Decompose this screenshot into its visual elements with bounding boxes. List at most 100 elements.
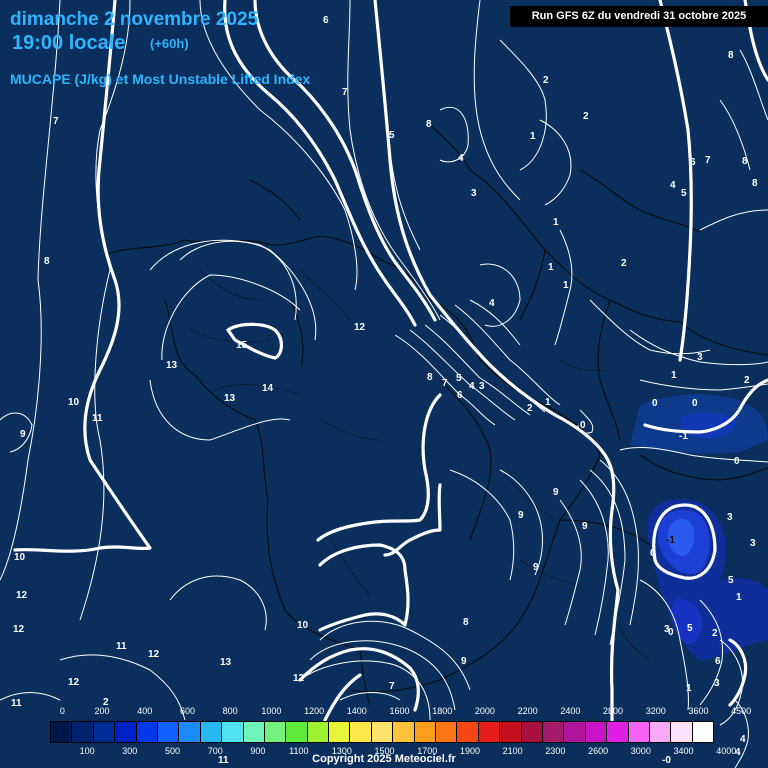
contour-label: 11 <box>11 698 22 709</box>
contour-label: 1 <box>530 131 536 142</box>
legend-swatch <box>243 722 265 742</box>
contour-label: 9 <box>582 521 588 532</box>
legend-swatch <box>414 722 437 742</box>
legend-swatch <box>307 722 330 742</box>
legend-tick-label: 600 <box>179 706 195 716</box>
contour-label: 13 <box>224 393 236 404</box>
contour-label: 12 <box>293 673 305 684</box>
legend-swatch <box>222 722 244 742</box>
legend-swatch <box>115 722 137 742</box>
legend-tick-label: 2800 <box>603 706 624 716</box>
legend-tick-label: 1800 <box>432 706 453 716</box>
contour-label: 4 <box>489 298 495 309</box>
contour-label: 3 <box>750 538 756 549</box>
contour-label: 12 <box>16 590 28 601</box>
contour-label: 5 <box>728 575 734 586</box>
forecast-lead-time: (+60h) <box>150 36 189 51</box>
legend-tick-label: 1200 <box>304 706 325 716</box>
contour-label: 4 <box>469 381 475 392</box>
contour-label: 7 <box>705 155 711 166</box>
contour-label: 10 <box>297 620 309 631</box>
contour-label: 6 <box>323 15 329 26</box>
contour-label: 12 <box>68 677 80 688</box>
contour-label: 5 <box>389 130 395 141</box>
contour-label: 4 <box>670 180 676 191</box>
contour-label: 9 <box>20 429 26 440</box>
legend-swatch <box>371 722 394 742</box>
contour-label: 3 <box>471 188 477 199</box>
legend-swatch <box>329 722 351 742</box>
contour-label: 6 <box>715 656 721 667</box>
legend-swatch <box>93 722 116 742</box>
contour-label: 5 <box>681 188 687 199</box>
legend-swatch <box>521 722 543 742</box>
legend-swatch <box>585 722 608 742</box>
legend-swatch <box>564 722 586 742</box>
contour-label: 3 <box>727 512 733 523</box>
field-title: MUCAPE (J/kg) et Most Unstable Lifted In… <box>10 71 311 87</box>
contour-label: 9 <box>461 656 467 667</box>
legend-swatch <box>478 722 501 742</box>
contour-label: 12 <box>354 322 366 333</box>
contour-label: 1 <box>686 683 692 694</box>
legend-tick-label: 0 <box>59 706 65 716</box>
legend-tick-label: 1600 <box>389 706 410 716</box>
contour-label: 7 <box>53 116 59 127</box>
contour-label: 1 <box>563 280 569 291</box>
contour-label: 9 <box>533 562 539 573</box>
contour-label: 10 <box>14 552 26 563</box>
forecast-time: 19:00 locale <box>12 32 126 54</box>
legend-tick-label: 3200 <box>645 706 666 716</box>
legend-swatch <box>542 722 565 742</box>
legend-tick-label: 3600 <box>688 706 709 716</box>
contour-label: 2 <box>712 628 718 639</box>
forecast-date: dimanche 2 novembre 2025 <box>10 9 259 30</box>
legend-swatch <box>350 722 372 742</box>
legend-swatch <box>136 722 158 742</box>
legend-tick-label: 2200 <box>517 706 538 716</box>
run-banner: Run GFS 6Z du vendredi 31 octobre 2025 <box>510 6 768 27</box>
contour-label: 4 <box>458 153 464 164</box>
contour-label: 6 <box>457 390 463 401</box>
contour-label: 1 <box>736 592 742 603</box>
legend-tick-label: 400 <box>137 706 153 716</box>
contour-label: 11 <box>116 641 127 652</box>
lifted-index-contours-thick <box>13 0 768 742</box>
legend-swatch <box>607 722 629 742</box>
contour-label: 1 <box>553 217 559 228</box>
contour-label: 1 <box>548 262 554 273</box>
contour-label: 5 <box>687 623 693 634</box>
contour-label: 11 <box>92 413 103 424</box>
contour-label: 8 <box>463 617 469 628</box>
contour-label: 3 <box>479 381 485 392</box>
contour-label: 2 <box>744 375 750 386</box>
contour-label: 3 <box>664 624 670 635</box>
legend-swatch <box>628 722 650 742</box>
legend-swatch <box>436 722 458 742</box>
contour-label: 8 <box>752 178 758 189</box>
copyright-text: Copyright 2025 Meteociel.fr <box>312 753 456 765</box>
legend-swatch <box>286 722 308 742</box>
legend-swatch <box>692 722 714 742</box>
contour-label: 0 <box>580 420 586 431</box>
contour-label: -1 <box>666 535 675 546</box>
contour-label: 2 <box>527 403 533 414</box>
contour-label: 7 <box>342 87 348 98</box>
contour-label: 5 <box>456 373 462 384</box>
contour-label: 9 <box>518 510 524 521</box>
contour-label: 8 <box>44 256 50 267</box>
contour-label: 2 <box>583 111 589 122</box>
contour-label: 0 <box>652 398 658 409</box>
legend-swatch <box>457 722 479 742</box>
contour-label: 7 <box>442 378 448 389</box>
contour-label: 2 <box>543 75 549 86</box>
legend-swatch <box>179 722 201 742</box>
legend-tick-label: 4500 <box>731 706 752 716</box>
contour-label: 8 <box>728 50 734 61</box>
contour-label: 9 <box>553 487 559 498</box>
contour-label: 14 <box>262 383 274 394</box>
legend-swatch <box>649 722 672 742</box>
contour-label: 0 <box>692 398 698 409</box>
contour-label: -1 <box>679 431 688 442</box>
contour-label: 4 <box>740 734 746 745</box>
